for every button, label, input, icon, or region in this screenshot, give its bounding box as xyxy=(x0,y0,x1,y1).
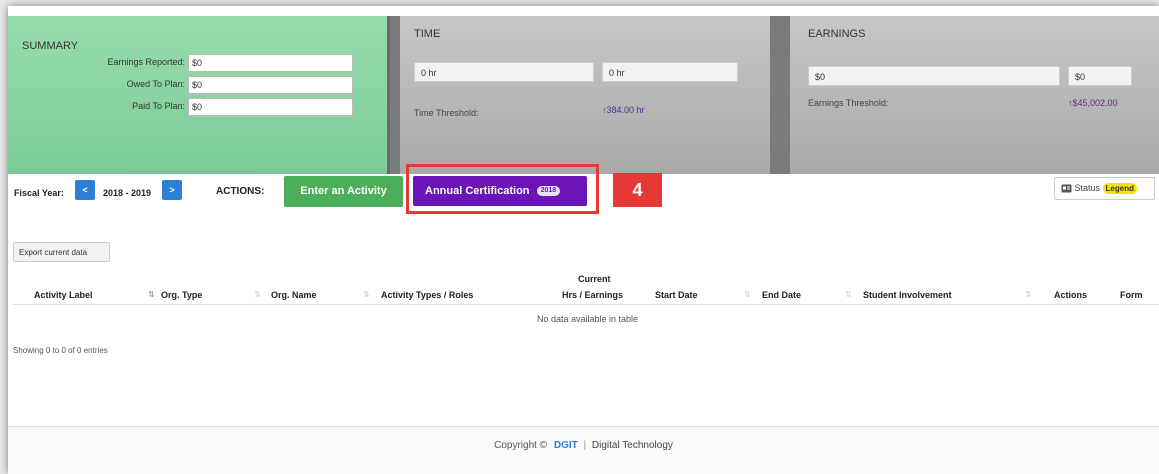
sort-icon: ⇅ xyxy=(254,290,261,299)
earnings-value-field: $0 xyxy=(808,66,1060,86)
previous-year-button[interactable]: < xyxy=(75,180,95,200)
table-empty-message: No data available in table xyxy=(536,314,639,324)
column-activity-label[interactable]: Activity Label xyxy=(34,290,93,300)
earnings-title: EARNINGS xyxy=(808,28,866,40)
column-org-name[interactable]: Org. Name xyxy=(271,290,317,300)
export-current-data-button[interactable]: Export current data xyxy=(13,242,110,262)
status-card-icon xyxy=(1061,184,1072,193)
table-entry-count: Showing 0 to 0 of 0 entries xyxy=(13,346,108,355)
summary-row-earnings-reported: Earnings Reported: $0 xyxy=(8,54,353,72)
footer-divider: | xyxy=(583,440,587,451)
time-threshold-label: Time Threshold: xyxy=(414,108,479,118)
panel-divider xyxy=(390,16,400,174)
copyright-line: Copyright © DGIT | Digital Technology xyxy=(8,440,1159,451)
status-label: Status xyxy=(1074,183,1101,193)
summary-title: SUMMARY xyxy=(22,40,79,52)
column-form[interactable]: Form xyxy=(1120,290,1143,300)
company-name: Digital Technology xyxy=(591,440,673,451)
fiscal-year-value: 2018 - 2019 xyxy=(103,188,152,198)
column-org-type[interactable]: Org. Type xyxy=(161,290,202,300)
step-marker: 4 xyxy=(613,173,662,207)
earnings-panel: EARNINGS $0 $0 Earnings Threshold: ↑$45,… xyxy=(790,16,1159,174)
actions-label: ACTIONS: xyxy=(216,186,265,197)
sort-icon: ⇅ xyxy=(148,290,155,299)
panel-divider xyxy=(770,16,790,174)
table-header-divider xyxy=(13,304,1159,305)
earnings-threshold-value: ↑$45,002.00 xyxy=(1068,98,1118,108)
sort-icon: ⇅ xyxy=(363,290,370,299)
sort-icon: ⇅ xyxy=(744,290,751,299)
column-hrs-earnings[interactable]: Hrs / Earnings xyxy=(562,290,623,300)
paid-to-plan-field[interactable]: $0 xyxy=(188,98,353,116)
annual-certification-button[interactable]: Annual Certification 2018 xyxy=(413,176,587,206)
next-year-button[interactable]: > xyxy=(162,180,182,200)
earnings-reported-field[interactable]: $0 xyxy=(188,54,353,72)
annual-certification-label: Annual Certification xyxy=(425,185,530,197)
column-current[interactable]: Current xyxy=(578,274,611,284)
time-value-field-2: 0 hr xyxy=(602,62,738,82)
earnings-threshold-label: Earnings Threshold: xyxy=(808,98,889,108)
summary-label: Earnings Reported: xyxy=(107,57,185,67)
summary-panel: SUMMARY Earnings Reported: $0 Owed To Pl… xyxy=(8,16,390,174)
column-actions[interactable]: Actions xyxy=(1054,290,1087,300)
year-badge: 2018 xyxy=(536,186,561,197)
footer: Copyright © DGIT | Digital Technology xyxy=(8,426,1159,474)
column-student-involvement[interactable]: Student Involvement xyxy=(863,290,952,300)
copyright-text: Copyright © xyxy=(494,440,548,451)
enter-activity-button[interactable]: Enter an Activity xyxy=(284,176,403,207)
summary-label: Paid To Plan: xyxy=(132,101,185,111)
fiscal-year-label: Fiscal Year: xyxy=(14,188,64,198)
owed-to-plan-field[interactable]: $0 xyxy=(188,76,353,94)
time-value-field: 0 hr xyxy=(414,62,594,82)
column-start-date[interactable]: Start Date xyxy=(655,290,698,300)
column-activity-types-roles[interactable]: Activity Types / Roles xyxy=(381,290,473,300)
summary-row-owed-to-plan: Owed To Plan: $0 xyxy=(8,76,353,94)
summary-row-paid-to-plan: Paid To Plan: $0 xyxy=(8,98,353,116)
sort-icon: ⇅ xyxy=(1025,290,1032,299)
column-end-date[interactable]: End Date xyxy=(762,290,801,300)
time-title: TIME xyxy=(414,28,441,40)
legend-badge: Legend xyxy=(1102,183,1137,194)
summary-label: Owed To Plan: xyxy=(126,79,185,89)
dgit-logo[interactable]: DGIT xyxy=(554,440,578,451)
time-threshold-value: ↑384.00 hr xyxy=(602,105,645,115)
sort-icon: ⇅ xyxy=(845,290,852,299)
app-frame: SUMMARY Earnings Reported: $0 Owed To Pl… xyxy=(8,6,1159,474)
time-panel: TIME 0 hr 0 hr Time Threshold: ↑384.00 h… xyxy=(400,16,770,174)
status-legend-button[interactable]: Status Legend xyxy=(1054,177,1155,200)
earnings-value-field-2: $0 xyxy=(1068,66,1132,86)
